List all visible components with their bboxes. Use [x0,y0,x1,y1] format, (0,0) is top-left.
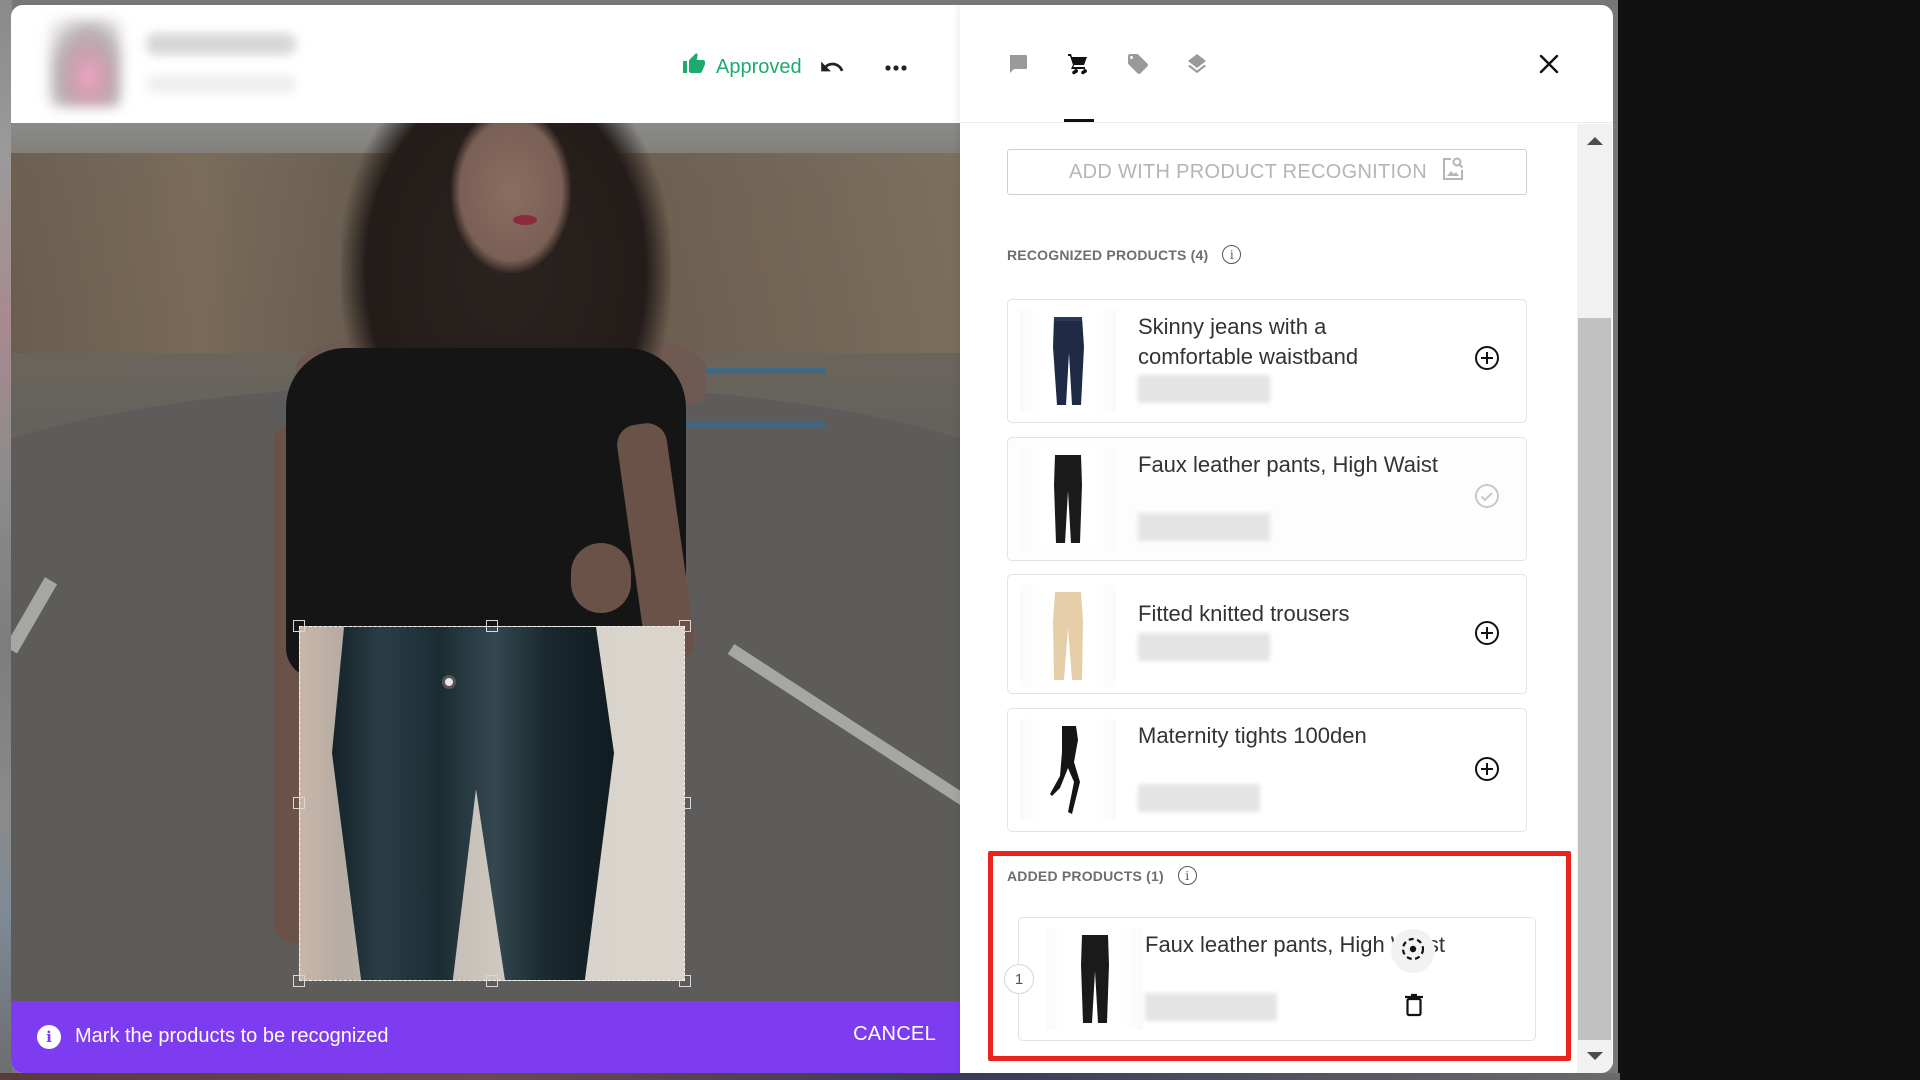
product-thumbnail [1020,719,1116,821]
plus-circle-icon [1474,345,1500,376]
close-icon [1538,53,1560,80]
locate-product-button[interactable] [1391,929,1435,973]
check-circle-icon [1474,483,1500,514]
product-price-redacted [1138,513,1270,541]
product-price-redacted [1138,784,1260,812]
hint-message: Mark the products to be recognized [75,1025,389,1047]
post-image[interactable] [11,123,960,1001]
scroll-up-button[interactable] [1577,130,1612,152]
add-product-button[interactable] [1472,345,1502,375]
panel-content: ADD WITH PRODUCT RECOGNITION RECOGNIZED … [960,124,1576,1073]
recognized-products-label: RECOGNIZED PRODUCTS (4) [1007,246,1209,263]
product-title: Faux leather pants, High Waist [1138,452,1438,477]
resize-handle-top-right[interactable] [679,620,691,632]
product-thumbnail [1020,448,1116,550]
added-product-card[interactable]: Faux leather pants, High Waist [1018,917,1536,1041]
recognized-product-card[interactable]: Fitted knitted trousers [1007,574,1527,694]
trash-icon [1404,993,1424,1022]
target-icon [1400,936,1426,967]
author-name-redacted [146,33,296,55]
product-title: Maternity tights 100den [1138,723,1367,748]
tab-tags[interactable] [1121,49,1155,83]
recognized-product-card[interactable]: Faux leather pants, High Waist [1007,437,1527,561]
product-title: Fitted knitted trousers [1138,601,1350,626]
background-overlay-right [1618,0,1920,1080]
thumbs-up-icon [682,52,706,82]
panel-scrollbar[interactable] [1577,124,1612,1073]
author-subtitle-redacted [146,75,296,93]
plus-circle-icon [1474,620,1500,651]
delete-product-button[interactable] [1399,992,1429,1022]
layers-icon [1185,52,1209,81]
tag-icon [1126,52,1150,81]
info-icon[interactable]: i [1177,866,1197,885]
undo-icon [819,54,845,85]
recognized-product-card[interactable]: Skinny jeans with a comfortable waistban… [1007,299,1527,423]
undo-button[interactable] [815,52,849,86]
close-button[interactable] [1532,49,1566,83]
chat-bubble-icon [1006,52,1030,81]
media-pane: Approved i Mark the products to be recog… [11,5,960,1073]
tab-layers[interactable] [1180,49,1214,83]
approval-status: Approved [682,52,802,82]
arrow-down-icon [1586,1052,1603,1060]
added-products-heading: ADDED PRODUCTS (1) i [1007,866,1197,885]
cancel-button[interactable]: CANCEL [853,1023,936,1046]
add-product-button[interactable] [1472,756,1502,786]
resize-handle-top-left[interactable] [293,620,305,632]
image-search-icon [1441,156,1465,188]
add-with-product-recognition-button[interactable]: ADD WITH PRODUCT RECOGNITION [1007,149,1527,195]
product-price-redacted [1138,633,1270,661]
resize-handle-bottom-left[interactable] [293,975,305,987]
resize-handle-right[interactable] [679,797,691,809]
add-product-button[interactable] [1472,620,1502,650]
recognition-hint-bar: i Mark the products to be recognized CAN… [11,1001,960,1073]
recognized-products-heading: RECOGNIZED PRODUCTS (4) i [1007,245,1242,264]
shopping-cart-icon [1066,52,1090,81]
info-icon: i [37,1025,61,1049]
post-header: Approved [11,5,960,123]
product-selection-box[interactable] [299,626,685,981]
resize-handle-top[interactable] [486,620,498,632]
more-horizontal-icon [883,60,909,78]
scrollbar-thumb[interactable] [1578,318,1611,1040]
resize-handle-bottom-right[interactable] [679,975,691,987]
author-avatar [49,19,121,107]
product-thumbnail [1020,310,1116,412]
arrow-up-icon [1586,137,1603,145]
resize-handle-left[interactable] [293,797,305,809]
recognition-button-label: ADD WITH PRODUCT RECOGNITION [1068,160,1428,183]
background-content-bottom [0,1073,1620,1080]
added-products-label: ADDED PRODUCTS (1) [1007,867,1164,884]
product-added-indicator [1472,483,1502,513]
scroll-down-button[interactable] [1577,1045,1612,1067]
product-thumbnail [1047,928,1143,1030]
more-options-button[interactable] [876,52,916,86]
product-price-redacted [1145,993,1277,1021]
post-editor-modal: Approved i Mark the products to be recog… [11,5,1613,1073]
product-index-badge: 1 [1004,964,1034,994]
active-tab-indicator [1064,119,1094,122]
approval-status-label: Approved [716,55,802,78]
resize-handle-bottom[interactable] [486,975,498,987]
info-icon[interactable]: i [1222,245,1242,264]
tab-products[interactable] [1061,49,1095,83]
tab-comments[interactable] [1001,49,1035,83]
recognized-product-card[interactable]: Maternity tights 100den [1007,708,1527,832]
product-thumbnail [1020,585,1116,687]
panel-tabs [960,5,1613,123]
plus-circle-icon [1474,756,1500,787]
product-price-redacted [1138,375,1270,403]
product-title: Skinny jeans with a comfortable waistban… [1138,314,1359,369]
products-panel: ADD WITH PRODUCT RECOGNITION RECOGNIZED … [960,5,1613,1073]
